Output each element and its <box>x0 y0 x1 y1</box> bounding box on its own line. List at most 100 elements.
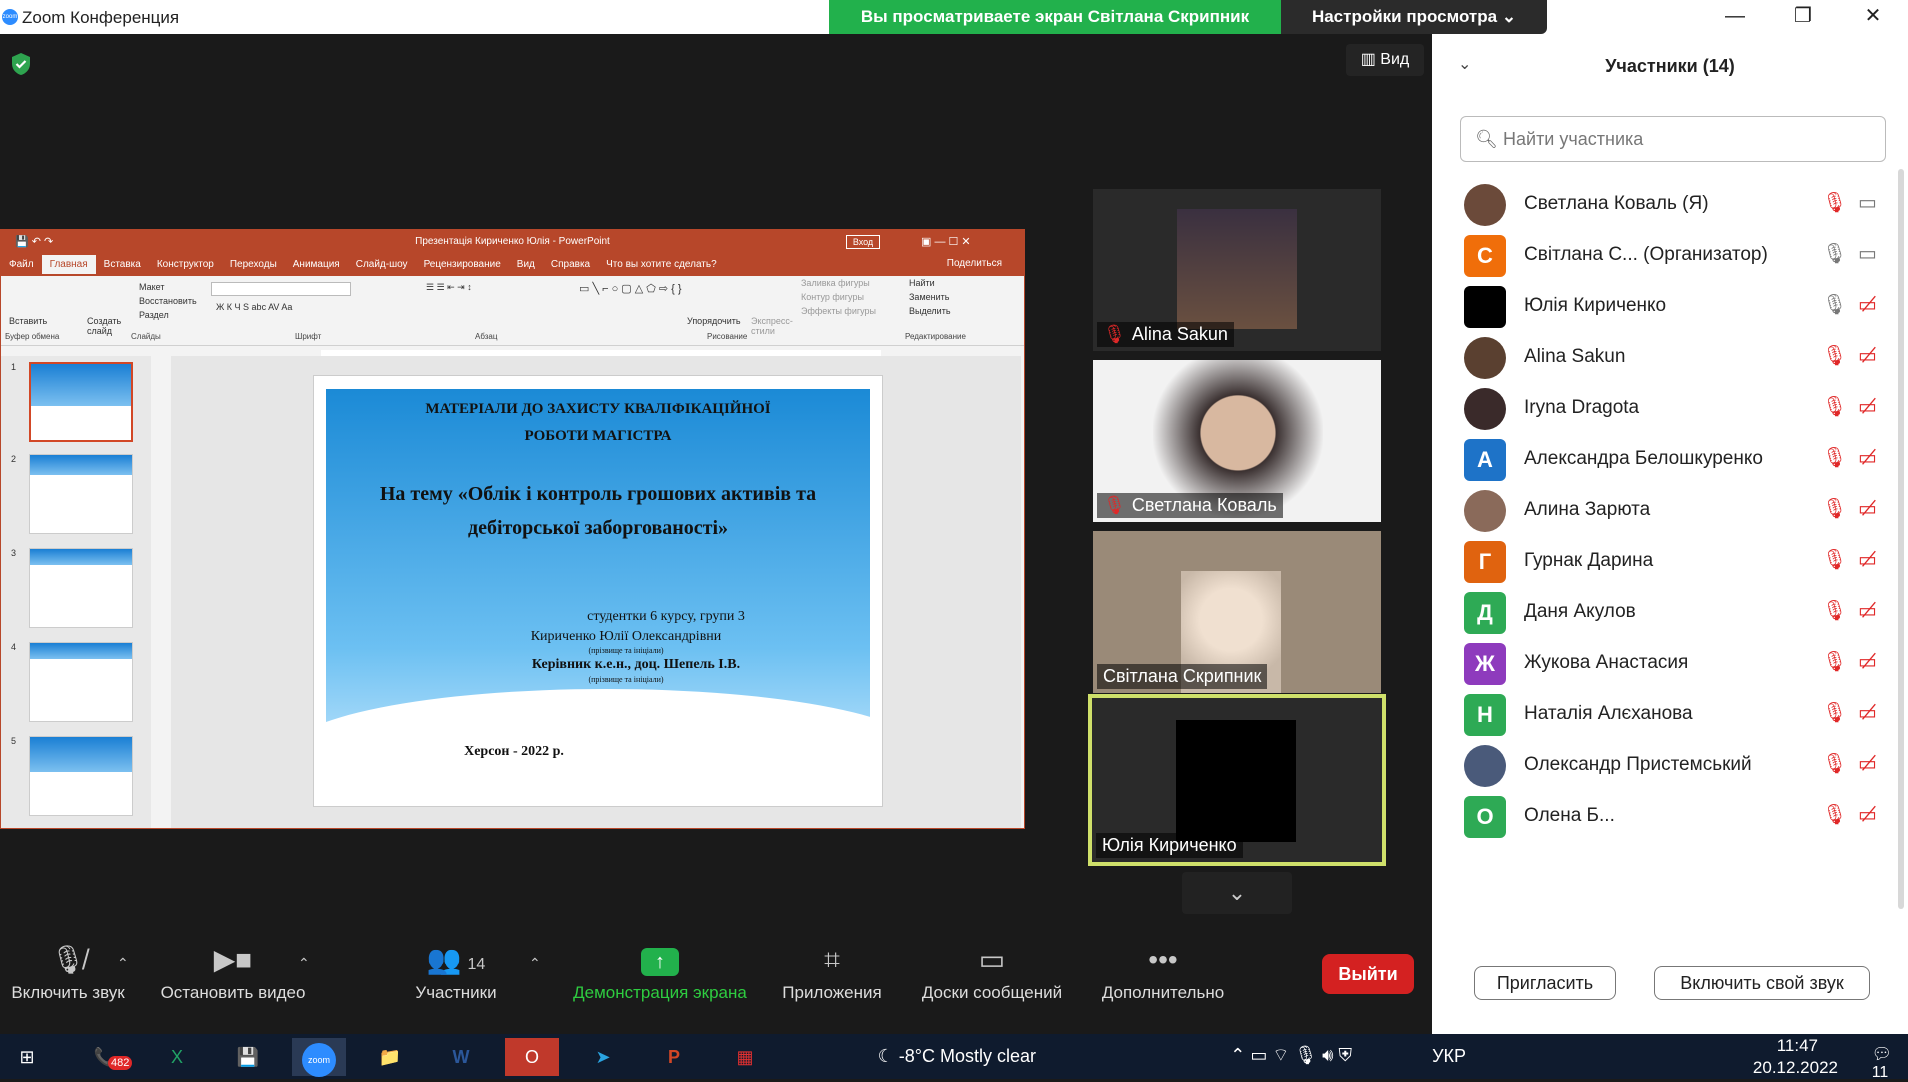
ppt-replace-button[interactable]: Заменить <box>909 292 949 302</box>
unmute-button[interactable]: 🎙︎̸ Включить звук <box>6 937 130 1003</box>
participant-row[interactable]: О Олена Б... 🎙︎ ▭̸ <box>1432 786 1894 848</box>
audio-options-caret[interactable]: ⌃ <box>117 955 129 972</box>
file-explorer-icon[interactable]: 📁 <box>363 1038 417 1076</box>
windows-start-icon[interactable]: ⊞ <box>0 1038 54 1076</box>
mic-muted-icon[interactable]: 🎙︎ <box>1822 802 1847 827</box>
ppt-tab-help[interactable]: Справка <box>543 255 598 274</box>
ppt-tab-design[interactable]: Конструктор <box>149 255 222 274</box>
ppt-find-button[interactable]: Найти <box>909 278 935 288</box>
video-options-caret[interactable]: ⌃ <box>298 955 310 972</box>
slide-thumbnail-2[interactable] <box>29 454 133 534</box>
notifications-icon[interactable]: 💬︎11 <box>1872 1044 1892 1082</box>
camera-off-icon[interactable]: ▭̸ <box>1858 700 1877 725</box>
ppt-font-format-icons[interactable]: Ж К Ч S abc AV Aa <box>216 302 292 312</box>
excel-icon[interactable]: X <box>150 1038 204 1076</box>
mic-muted-icon[interactable]: 🎙︎ <box>1822 190 1847 215</box>
mic-muted-icon[interactable]: 🎙︎ <box>1822 598 1847 623</box>
ppt-quick-access-icon[interactable]: 💾 ↶ ↷ <box>15 230 53 254</box>
ppt-tab-review[interactable]: Рецензирование <box>416 255 509 274</box>
telegram-icon[interactable]: ➤ <box>576 1038 630 1076</box>
ppt-tell-me[interactable]: Что вы хотите сделать? <box>598 255 725 274</box>
camera-off-icon[interactable]: ▭̸ <box>1858 802 1877 827</box>
video-tile[interactable]: Світлана Скрипник <box>1093 531 1381 693</box>
ppt-tab-animation[interactable]: Анимация <box>285 255 348 274</box>
view-settings-button[interactable]: Настройки просмотра ⌄ <box>1281 0 1547 34</box>
mic-muted-icon[interactable]: 🎙︎ <box>1822 649 1847 674</box>
camera-off-icon[interactable]: ▭̸ <box>1858 343 1877 368</box>
slide-thumbnail-5[interactable] <box>29 736 133 816</box>
camera-off-icon[interactable]: ▭̸ <box>1858 649 1877 674</box>
encryption-shield-icon[interactable] <box>10 52 32 76</box>
word-icon[interactable]: W <box>434 1038 488 1076</box>
ppt-quick-styles-button[interactable]: Экспресс-стили <box>751 316 795 336</box>
clock-time[interactable]: 11:47 <box>1777 1036 1818 1056</box>
weather-widget[interactable]: ☾ -8°C Mostly clear <box>878 1046 1036 1067</box>
game-app-icon[interactable]: ▦ <box>718 1038 772 1076</box>
ppt-window-controls[interactable]: ▣ — ☐ ✕ <box>921 230 971 254</box>
invite-button[interactable]: Пригласить <box>1474 966 1616 1000</box>
ppt-login-button[interactable]: Вход <box>846 235 880 249</box>
current-slide[interactable]: МАТЕРІАЛИ ДО ЗАХИСТУ КВАЛІФІКАЦІЙНОЇ РОБ… <box>313 375 883 807</box>
clock-date[interactable]: 20.12.2022 <box>1753 1058 1838 1078</box>
mic-muted-icon[interactable]: 🎙︎ <box>1822 496 1847 521</box>
camera-off-icon[interactable]: ▭̸ <box>1858 394 1877 419</box>
mic-on-icon[interactable]: 🎙︎ <box>1822 241 1847 266</box>
ppt-tab-view[interactable]: Вид <box>509 255 543 274</box>
ppt-tab-file[interactable]: Файл <box>1 255 42 274</box>
stop-video-button[interactable]: ▶︎■ Остановить видео <box>150 937 316 1003</box>
ppt-section-button[interactable]: Раздел <box>139 310 169 320</box>
mic-muted-icon[interactable]: 🎙︎ <box>1822 700 1847 725</box>
mic-muted-icon[interactable]: 🎙︎ <box>1822 547 1847 572</box>
apps-button[interactable]: ⌗ Приложения <box>774 937 890 1003</box>
restore-button[interactable]: ❐ <box>1773 0 1833 34</box>
mic-muted-icon[interactable]: 🎙︎ <box>1822 751 1847 776</box>
ppt-layout-button[interactable]: Макет <box>139 282 164 292</box>
ppt-shape-effects[interactable]: Эффекты фигуры <box>801 306 876 316</box>
chevron-down-icon[interactable]: ⌄ <box>1182 872 1292 914</box>
powerpoint-icon[interactable]: P <box>647 1038 701 1076</box>
camera-off-icon[interactable]: ▭̸ <box>1858 751 1877 776</box>
language-indicator[interactable]: УКР <box>1432 1046 1466 1067</box>
ppt-tab-insert[interactable]: Вставка <box>96 255 149 274</box>
ppt-tab-slideshow[interactable]: Слайд-шоу <box>348 255 416 274</box>
slide-thumbnail-4[interactable] <box>29 642 133 722</box>
close-button[interactable]: ✕ <box>1843 0 1903 34</box>
camera-off-icon[interactable]: ▭̸ <box>1858 547 1877 572</box>
ppt-tab-transitions[interactable]: Переходы <box>222 255 285 274</box>
participant-list[interactable]: Светлана Коваль (Я) 🎙︎ ▭ С Світлана С... (Ор… <box>1432 174 1894 974</box>
ppt-paragraph-icons[interactable]: ☰ ☰ ⇤ ⇥ ↕ <box>426 282 472 293</box>
ppt-font-selector[interactable] <box>211 282 351 296</box>
whiteboards-button[interactable]: ▭ Доски сообщений <box>907 937 1077 1003</box>
ppt-shapes-gallery[interactable]: ▭ ╲ ⌐ ○ ▢ △ ⬠ ⇨ { } <box>579 282 682 295</box>
ppt-share-button[interactable]: Поделиться <box>939 254 1010 273</box>
ppt-new-slide-button[interactable]: Создать слайд <box>87 316 123 336</box>
camera-on-icon[interactable]: ▭ <box>1858 241 1877 266</box>
leave-button[interactable]: Выйти <box>1322 954 1414 994</box>
ppt-paste-button[interactable]: Вставить <box>9 316 47 326</box>
video-tile[interactable]: 🎙︎ Alina Sakun <box>1093 189 1381 351</box>
mic-muted-icon[interactable]: 🎙︎ <box>1822 343 1847 368</box>
share-screen-button[interactable]: ↑ Демонстрация экрана <box>565 937 755 1003</box>
participant-search-input[interactable]: 🔍︎ Найти участника <box>1460 116 1886 162</box>
save-disk-icon[interactable]: 💾 <box>221 1038 275 1076</box>
ppt-reset-button[interactable]: Восстановить <box>139 296 197 306</box>
participant-list-scrollbar[interactable] <box>1898 169 1904 909</box>
camera-off-icon[interactable]: ▭̸ <box>1858 445 1877 470</box>
camera-off-icon[interactable]: ▭̸ <box>1858 292 1877 317</box>
ppt-select-button[interactable]: Выделить <box>909 306 951 316</box>
slide-thumbnail-3[interactable] <box>29 548 133 628</box>
camera-off-icon[interactable]: ▭̸ <box>1858 496 1877 521</box>
viber-icon[interactable]: 📞 482 <box>78 1038 133 1076</box>
mic-muted-icon[interactable]: 🎙︎ <box>1822 394 1847 419</box>
camera-on-icon[interactable]: ▭ <box>1858 190 1877 215</box>
ppt-shape-fill[interactable]: Заливка фигуры <box>801 278 870 288</box>
mic-muted-icon[interactable]: 🎙︎ <box>1822 445 1847 470</box>
participants-button[interactable]: 👥 14 Участники <box>400 937 512 1003</box>
video-tile[interactable]: 🎙︎ Светлана Коваль <box>1093 360 1381 522</box>
ppt-shape-outline[interactable]: Контур фигуры <box>801 292 864 302</box>
active-speaker-tile[interactable]: Юлія Кириченко <box>1088 694 1386 866</box>
participants-options-caret[interactable]: ⌃ <box>529 955 541 972</box>
tray-icons[interactable]: ⌃ ▭ ⌔ 🎙︎ 🔊︎ ⛨ <box>1230 1044 1352 1067</box>
unmute-myself-button[interactable]: Включить свой звук <box>1654 966 1870 1000</box>
slide-thumbnail-1[interactable] <box>29 362 133 442</box>
